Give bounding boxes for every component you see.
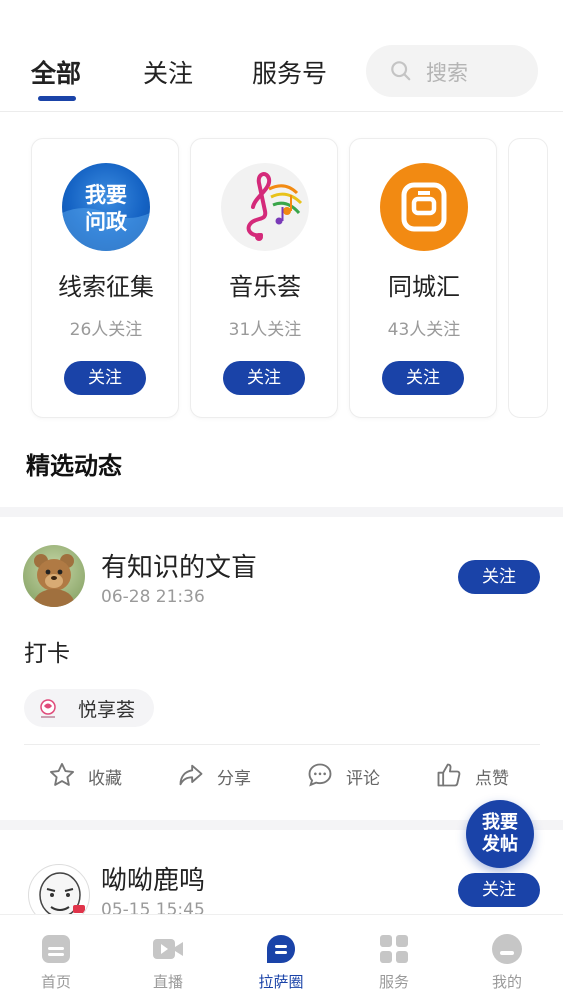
nav-lhasa-circle-label: 拉萨圈 bbox=[258, 973, 304, 991]
grid-icon bbox=[380, 935, 408, 963]
post-username[interactable]: 呦呦鹿鸣 bbox=[101, 860, 205, 897]
user-avatar[interactable] bbox=[23, 545, 85, 607]
post-timestamp: 06-28 21:36 bbox=[101, 587, 205, 607]
follow-button[interactable]: 关注 bbox=[382, 361, 464, 395]
search-box[interactable]: 搜索 bbox=[366, 45, 538, 97]
search-placeholder: 搜索 bbox=[426, 61, 468, 85]
top-tab-bar: 全部 关注 服务号 搜索 bbox=[0, 0, 563, 112]
service-card-city[interactable]: 同城汇 43人关注 关注 bbox=[349, 138, 497, 418]
active-tab-indicator bbox=[38, 96, 76, 101]
fab-line2: 发帖 bbox=[482, 834, 518, 855]
nav-lhasa-circle[interactable]: 拉萨圈 bbox=[225, 915, 337, 1002]
create-post-button[interactable]: 我要 发帖 bbox=[466, 800, 534, 868]
like-label: 点赞 bbox=[475, 769, 509, 789]
profile-icon bbox=[492, 934, 522, 964]
music-note-logo bbox=[221, 163, 309, 251]
nav-home[interactable]: 首页 bbox=[0, 915, 112, 1002]
follower-count: 31人关注 bbox=[228, 320, 302, 340]
section-title: 精选动态 bbox=[26, 452, 122, 480]
wenzheng-logo: 我要 问政 bbox=[62, 163, 150, 251]
tab-follow[interactable]: 关注 bbox=[143, 54, 193, 90]
service-card-clue-collection[interactable]: 我要 问政 线索征集 26人关注 关注 bbox=[31, 138, 179, 418]
service-name: 线索征集 bbox=[58, 273, 154, 301]
topic-tag-label: 悦享荟 bbox=[78, 699, 136, 721]
yuexianghui-logo bbox=[40, 699, 56, 718]
service-card-carousel[interactable]: 我要 问政 线索征集 26人关注 关注 音乐荟 31人关注 关注 同城汇 43人… bbox=[0, 112, 563, 432]
comment-label: 评论 bbox=[346, 769, 380, 789]
nav-live-label: 直播 bbox=[152, 973, 183, 991]
live-icon bbox=[153, 939, 183, 959]
logo-text-line2: 问政 bbox=[85, 210, 128, 234]
section-separator bbox=[0, 507, 563, 517]
home-icon bbox=[42, 935, 70, 963]
favorite-label: 收藏 bbox=[88, 769, 122, 789]
follow-button[interactable]: 关注 bbox=[64, 361, 146, 395]
follow-button[interactable]: 关注 bbox=[458, 560, 540, 594]
divider bbox=[24, 744, 540, 745]
follower-count: 43人关注 bbox=[387, 320, 461, 340]
star-icon bbox=[49, 762, 75, 786]
service-name: 音乐荟 bbox=[229, 273, 301, 301]
service-name: 同城汇 bbox=[388, 273, 460, 301]
service-card-music[interactable]: 音乐荟 31人关注 关注 bbox=[190, 138, 338, 418]
circle-chat-icon bbox=[267, 935, 295, 963]
nav-live[interactable]: 直播 bbox=[112, 915, 224, 1002]
service-card-partial[interactable] bbox=[508, 138, 548, 418]
tongcheng-logo bbox=[380, 163, 468, 251]
nav-service[interactable]: 服务 bbox=[338, 915, 450, 1002]
topic-tag[interactable]: 悦享荟 bbox=[24, 689, 154, 727]
bottom-navigation: 首页 直播 拉萨圈 服务 我的 bbox=[0, 914, 563, 1002]
share-label: 分享 bbox=[217, 769, 251, 789]
share-icon bbox=[179, 764, 203, 786]
nav-home-label: 首页 bbox=[40, 973, 71, 991]
nav-service-label: 服务 bbox=[378, 973, 409, 991]
fab-line1: 我要 bbox=[482, 812, 518, 833]
comment-icon bbox=[308, 763, 332, 787]
thumbs-up-icon bbox=[437, 763, 461, 787]
tab-service-accounts[interactable]: 服务号 bbox=[252, 54, 327, 90]
post-username[interactable]: 有知识的文盲 bbox=[101, 547, 257, 584]
nav-profile-label: 我的 bbox=[491, 973, 522, 991]
post-content: 打卡 bbox=[24, 641, 70, 667]
nav-profile[interactable]: 我的 bbox=[451, 915, 563, 1002]
follow-button[interactable]: 关注 bbox=[458, 873, 540, 907]
tab-all[interactable]: 全部 bbox=[31, 54, 81, 90]
follower-count: 26人关注 bbox=[69, 320, 143, 340]
follow-button[interactable]: 关注 bbox=[223, 361, 305, 395]
search-icon bbox=[391, 61, 411, 81]
logo-text-line1: 我要 bbox=[85, 183, 127, 207]
